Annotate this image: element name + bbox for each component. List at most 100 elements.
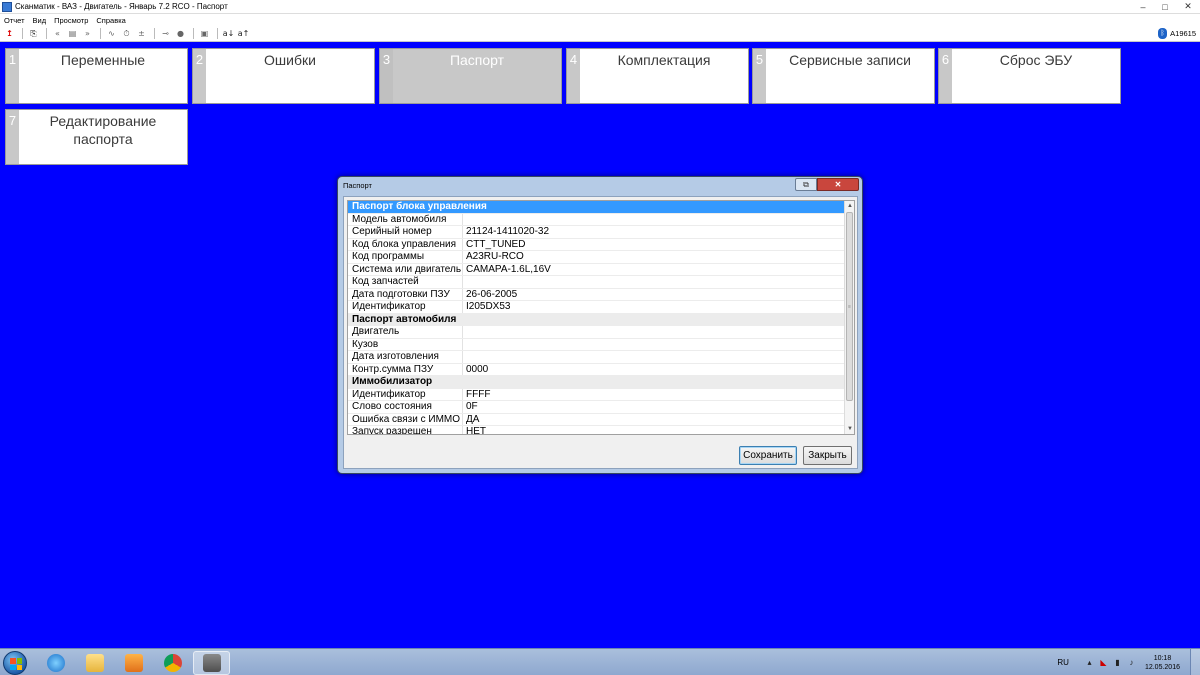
media-player-icon: [124, 654, 143, 672]
tile-ecu-reset[interactable]: 6 Сброс ЭБУ: [938, 48, 1121, 104]
tile-service-records[interactable]: 5 Сервисные записи: [752, 48, 935, 104]
table-row[interactable]: Ошибка связи с ИММО ДА: [348, 413, 844, 426]
table-row[interactable]: Код блока управления CTT_TUNED: [348, 238, 844, 251]
row-value: CTT_TUNED: [466, 238, 526, 250]
menu-bar: Отчет Вид Просмотр Справка: [0, 14, 1200, 26]
row-key: Система или двигатель: [348, 263, 463, 275]
tile-label: Ошибки: [264, 52, 316, 68]
language-indicator[interactable]: RU: [1057, 658, 1069, 667]
table-row[interactable]: Двигатель: [348, 326, 844, 339]
scroll-up-icon[interactable]: ▲: [845, 201, 854, 211]
table-row[interactable]: Контр.сумма ПЗУ 0000: [348, 363, 844, 376]
tile-errors[interactable]: 2 Ошибки: [192, 48, 375, 104]
minimize-button[interactable]: –: [1132, 0, 1154, 13]
expand-tray-icon[interactable]: ▴: [1085, 658, 1094, 667]
rewind-icon[interactable]: «: [51, 27, 64, 40]
taskbar-scanmatik[interactable]: [193, 651, 230, 675]
toolbar: ↥ ⎘ « ▤ » ∿ ⏱ ± ⊸ ● ▣ a↓ a↑ ᛒ A19615: [0, 26, 1200, 42]
tile-number: 4: [567, 49, 580, 103]
record-icon[interactable]: ●: [174, 27, 187, 40]
bluetooth-icon: ᛒ: [1158, 28, 1168, 39]
dialog-restore-button[interactable]: ⧉: [795, 178, 817, 191]
section-header-ecu[interactable]: Паспорт блока управления: [348, 201, 844, 214]
section-header-label: Иммобилизатор: [352, 376, 433, 387]
show-desktop-button[interactable]: [1190, 649, 1200, 675]
plug-icon[interactable]: ⊸: [159, 27, 172, 40]
time-icon[interactable]: ⏱: [120, 27, 133, 40]
arrow-up-icon[interactable]: ↥: [3, 27, 16, 40]
toolbar-separator: [46, 28, 47, 39]
toolbar-separator: [100, 28, 101, 39]
row-key: Кузов: [348, 338, 463, 350]
table-row[interactable]: Дата изготовления: [348, 351, 844, 364]
tile-edit-passport[interactable]: 7 Редактирование паспорта: [5, 109, 188, 165]
row-key: Двигатель: [348, 326, 463, 338]
wave-icon[interactable]: ∿: [105, 27, 118, 40]
table-row[interactable]: Серийный номер 21124-1411020-32: [348, 226, 844, 239]
table-row[interactable]: Дата подготовки ПЗУ 26-06-2005: [348, 288, 844, 301]
taskbar-explorer[interactable]: [76, 651, 113, 675]
row-value: I205DX53: [466, 301, 511, 312]
section-header-immobilizer[interactable]: Иммобилизатор: [348, 376, 844, 389]
table-row[interactable]: Запуск разрешен НЕТ: [348, 426, 844, 434]
menu-view[interactable]: Вид: [33, 16, 47, 25]
row-key: Серийный номер: [348, 226, 463, 238]
menu-help[interactable]: Справка: [96, 16, 125, 25]
row-key: Контр.сумма ПЗУ: [348, 363, 463, 375]
table-row[interactable]: Идентификатор FFFF: [348, 388, 844, 401]
table-row[interactable]: Код запчастей: [348, 276, 844, 289]
save-button[interactable]: Сохранить: [739, 446, 797, 465]
tile-variables[interactable]: 1 Переменные: [5, 48, 188, 104]
toolbar-separator: [217, 28, 218, 39]
signal-icon[interactable]: ▮: [1113, 658, 1122, 667]
table-row[interactable]: Идентификатор I205DX53: [348, 301, 844, 314]
clock[interactable]: 10:18 12.05.2016: [1145, 654, 1180, 672]
close-button[interactable]: Закрыть: [803, 446, 852, 465]
sort-za-icon[interactable]: a↑: [237, 27, 250, 40]
row-value: 0F: [466, 401, 478, 412]
tile-passport[interactable]: 3 Паспорт: [379, 48, 562, 104]
save-icon[interactable]: ⎘: [27, 27, 40, 40]
scroll-thumb[interactable]: ≡: [846, 212, 853, 401]
maximize-button[interactable]: □: [1154, 0, 1176, 13]
sort-az-icon[interactable]: a↓: [222, 27, 235, 40]
ms-icon[interactable]: ±: [135, 27, 148, 40]
passport-grid[interactable]: Паспорт блока управления Модель автомоби…: [347, 200, 855, 435]
ie-icon: [46, 654, 65, 672]
device-id: A19615: [1170, 29, 1196, 38]
section-header-vehicle[interactable]: Паспорт автомобиля: [348, 313, 844, 326]
network-warning-icon[interactable]: ◣: [1099, 658, 1108, 667]
row-value: [463, 351, 466, 363]
tile-number: 1: [6, 49, 19, 103]
table-row[interactable]: Модель автомобиля: [348, 213, 844, 226]
table-row[interactable]: Система или двигатель CAMAPA-1.6L,16V: [348, 263, 844, 276]
vertical-scrollbar[interactable]: ▲ ≡ ▼: [844, 201, 854, 434]
table-row[interactable]: Код программы A23RU-RCO: [348, 251, 844, 264]
scroll-down-icon[interactable]: ▼: [845, 424, 854, 434]
window-titlebar: Сканматик - ВАЗ - Двигатель - Январь 7.2…: [0, 0, 1200, 14]
pause-icon[interactable]: ▤: [66, 27, 79, 40]
tile-configuration[interactable]: 4 Комплектация: [566, 48, 749, 104]
tile-number: 3: [380, 49, 393, 103]
taskbar-ie[interactable]: [37, 651, 74, 675]
table-row[interactable]: Слово состояния 0F: [348, 401, 844, 414]
row-key: Запуск разрешен: [348, 426, 463, 434]
start-button[interactable]: [3, 651, 27, 675]
table-row[interactable]: Кузов: [348, 338, 844, 351]
forward-icon[interactable]: »: [81, 27, 94, 40]
section-header-label: Паспорт автомобиля: [352, 313, 457, 325]
taskbar-chrome[interactable]: [154, 651, 191, 675]
taskbar-media-player[interactable]: [115, 651, 152, 675]
row-value: [463, 214, 466, 226]
volume-icon[interactable]: ♪: [1127, 658, 1136, 667]
save-disk-icon[interactable]: ▣: [198, 27, 211, 40]
close-window-button[interactable]: ✕: [1176, 0, 1200, 13]
tile-label: Сервисные записи: [789, 52, 911, 68]
dialog-body: Паспорт блока управления Модель автомоби…: [343, 196, 858, 469]
window-title: Сканматик - ВАЗ - Двигатель - Январь 7.2…: [15, 2, 228, 11]
row-value: [463, 326, 466, 338]
dialog-close-button[interactable]: ✕: [817, 178, 859, 191]
menu-browse[interactable]: Просмотр: [54, 16, 88, 25]
menu-report[interactable]: Отчет: [4, 16, 25, 25]
clock-date: 12.05.2016: [1144, 663, 1180, 671]
